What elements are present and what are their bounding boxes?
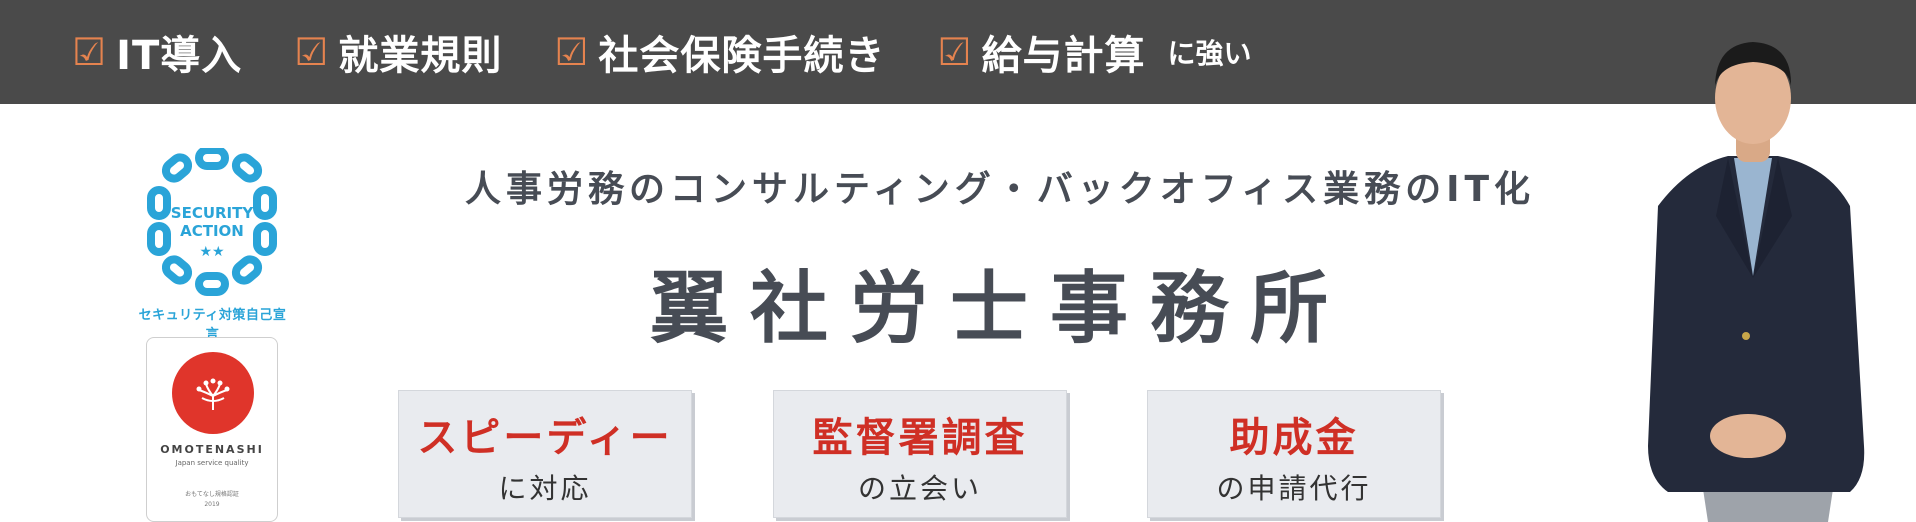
strength-item-it: ☑ IT導入	[72, 23, 242, 81]
office-name: 翼社労士事務所	[649, 264, 1350, 354]
strength-label: 社会保険手続き	[598, 33, 886, 79]
security-title-line1: SECURITY	[171, 204, 255, 222]
service-card-subsidy[interactable]: 助成金 の申請代行	[1147, 390, 1441, 518]
strength-label: 就業規則	[338, 33, 503, 79]
checkbox-icon: ☑	[937, 30, 972, 74]
strength-label: IT導入	[116, 33, 243, 79]
hero-tagline: 人事労務のコンサルティング・バックオフィス業務のIT化	[464, 169, 1536, 210]
omotenashi-logo-icon	[172, 352, 254, 434]
service-subtitle: の申請代行	[1216, 472, 1372, 505]
omotenashi-year: 2019	[204, 501, 220, 508]
omotenashi-note-text: おもてなし規格認証	[185, 491, 239, 498]
service-card-speedy[interactable]: スピーディー に対応	[398, 390, 692, 518]
omotenashi-brand: OMOTENASHI	[160, 443, 264, 456]
strength-item-insurance: ☑ 社会保険手続き	[554, 23, 885, 81]
strength-item-payroll: ☑ 給与計算	[937, 23, 1145, 81]
security-stars: ★★	[199, 244, 224, 260]
omotenashi-subtitle: Japan service quality	[175, 459, 249, 467]
consultant-photo	[1648, 42, 1865, 522]
chain-ring-icon: SECURITY ACTION ★★	[147, 146, 277, 296]
service-title: 助成金	[1229, 414, 1359, 461]
strength-item-rules: ☑ 就業規則	[294, 23, 502, 81]
checkbox-icon: ☑	[72, 30, 107, 74]
security-title-line2: ACTION	[180, 222, 244, 240]
checkbox-icon: ☑	[554, 30, 589, 74]
service-subtitle: に対応	[498, 472, 592, 505]
service-card-inspection[interactable]: 監督署調査 の立会い	[773, 390, 1067, 518]
strengths-list: ☑ IT導入 ☑ 就業規則 ☑ 社会保険手続き ☑ 給与計算 に強い	[72, 22, 1252, 82]
service-title: 監督署調査	[812, 414, 1028, 461]
strength-label: 給与計算	[981, 33, 1146, 79]
service-subtitle: の立会い	[857, 472, 982, 505]
security-action-badge: SECURITY ACTION ★★ セキュリティ対策自己宣言	[135, 146, 290, 342]
checkbox-icon: ☑	[294, 30, 329, 74]
omotenashi-note: おもてなし規格認証 2019	[147, 490, 277, 510]
omotenashi-badge: OMOTENASHI Japan service quality おもてなし規格…	[146, 337, 278, 522]
strengths-suffix: に強い	[1167, 37, 1252, 70]
service-title: スピーディー	[417, 414, 673, 461]
